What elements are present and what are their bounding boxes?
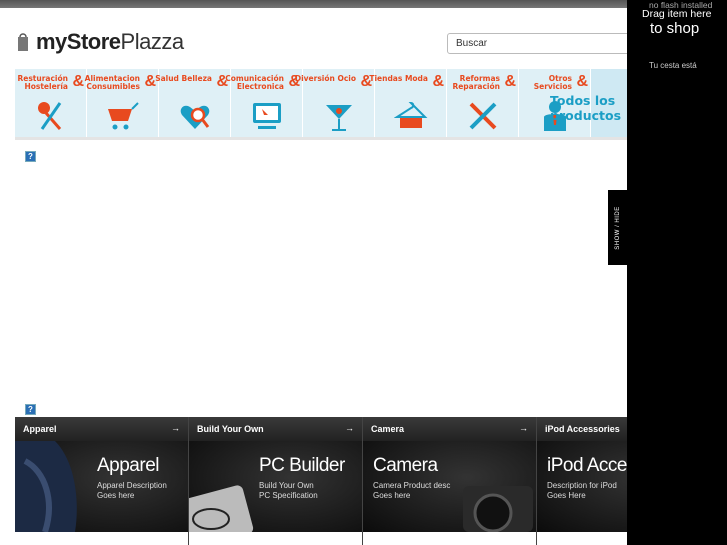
fork-knife-icon	[37, 102, 61, 130]
arrow-right-icon: →	[171, 423, 180, 433]
category-card-pc-builder[interactable]: Build Your Own → PC Builder Build Your Ow…	[189, 417, 363, 545]
category-header: Build Your Own →	[189, 417, 362, 441]
category-card-ipod[interactable]: iPod Accessories iPod Acces Description …	[537, 417, 627, 545]
show-hide-toggle[interactable]: SHOW / HIDE	[608, 190, 628, 265]
category-banner: PC Builder Build Your Own PC Specificatio…	[189, 441, 362, 532]
nav-item-alimentacion[interactable]: Alimentacion Consumibles &	[85, 69, 159, 137]
nav-item-comunicacion[interactable]: Comunicación Electronica &	[225, 69, 303, 137]
nav-item-label: Salud Belleza	[155, 74, 212, 83]
category-footer	[537, 532, 627, 545]
nav-divider	[15, 137, 627, 140]
nav-item-label: Resturación Hostelería	[17, 74, 68, 91]
category-title: Apparel	[97, 455, 160, 476]
drag-hint-line2: to shop	[650, 20, 700, 37]
category-banner: Camera Camera Product desc Goes here	[363, 441, 536, 532]
arrow-right-icon: →	[519, 423, 528, 433]
category-footer	[363, 532, 536, 545]
category-description: Apparel Description Goes here	[97, 481, 167, 500]
nav-item-tiendas[interactable]: Tiendas Moda &	[369, 69, 447, 137]
nav-item-reformas[interactable]: Reformas Reparación &	[447, 69, 519, 137]
cart-status: Tu cesta está	[649, 61, 697, 70]
drag-hint-line1: Drag item here	[642, 8, 712, 20]
category-description: Camera Product desc Goes here	[373, 481, 451, 500]
hanger-icon	[393, 101, 427, 128]
shopping-cart-icon	[107, 102, 139, 130]
all-products-link[interactable]: Todos los productos	[550, 69, 627, 137]
category-title: Camera	[373, 455, 438, 476]
arrow-right-icon: →	[345, 423, 354, 433]
category-footer	[15, 532, 188, 545]
nav-item-label: Otros Servicios	[533, 74, 572, 91]
nav-item-label: Tiendas Moda	[369, 74, 428, 83]
all-products-label: Todos los productos	[550, 93, 622, 123]
category-header: Apparel →	[15, 417, 188, 441]
top-bar	[0, 0, 727, 8]
site-logo[interactable]: myStorePlazza	[16, 29, 184, 55]
category-banner: Apparel Apparel Description Goes here	[15, 441, 188, 532]
category-banner: iPod Acces Description for iPodGoes Here	[537, 441, 627, 532]
category-carousel: Apparel → Apparel Apparel Description Goes…	[15, 417, 627, 545]
nav-item-label: Comunicación Electronica	[225, 74, 284, 91]
category-card-apparel[interactable]: Apparel → Apparel Apparel Description Goes…	[15, 417, 189, 545]
help-icon[interactable]: ?	[25, 404, 36, 415]
nav-item-restauracion[interactable]: Resturación Hostelería &	[15, 69, 87, 137]
cpu-chip-icon	[189, 485, 254, 532]
cocktail-icon	[325, 105, 352, 131]
heart-magnifier-icon	[180, 105, 209, 129]
nav-item-label: Alimentacion Consumibles	[84, 74, 140, 91]
camera-photo-icon	[463, 486, 533, 532]
person-photo-icon	[15, 441, 77, 532]
nav-item-label: Reformas Reparación	[452, 74, 500, 91]
category-footer	[189, 532, 362, 545]
search-input[interactable]	[447, 33, 637, 54]
tools-icon	[469, 102, 496, 130]
ampersand-mark: &	[576, 73, 588, 90]
nav-item-label: Diversión Ocio	[294, 74, 356, 83]
help-icon[interactable]: ?	[25, 151, 36, 162]
category-description: Description for iPod Goes Here	[547, 481, 617, 500]
category-nav: Resturación Hostelería & Alimentacion Co…	[15, 69, 627, 137]
shopping-bag-icon	[18, 33, 28, 51]
nav-item-diversion[interactable]: Diversión Ocio &	[295, 69, 375, 137]
cart-sidebar[interactable]: no flash installed Drag item here to sho…	[627, 0, 727, 545]
category-header: Camera →	[363, 417, 536, 441]
category-card-camera[interactable]: Camera → Camera Camera Product desc Goes h…	[363, 417, 537, 545]
category-title: PC Builder	[259, 455, 345, 476]
logo-text: myStorePlazza	[36, 29, 184, 54]
category-title: iPod Acces	[547, 455, 627, 476]
category-header: iPod Accessories	[537, 417, 627, 441]
category-description: Build Your Own PC Specification	[259, 481, 318, 500]
nav-item-salud[interactable]: Salud Belleza &	[155, 69, 231, 137]
monitor-icon	[252, 103, 281, 129]
